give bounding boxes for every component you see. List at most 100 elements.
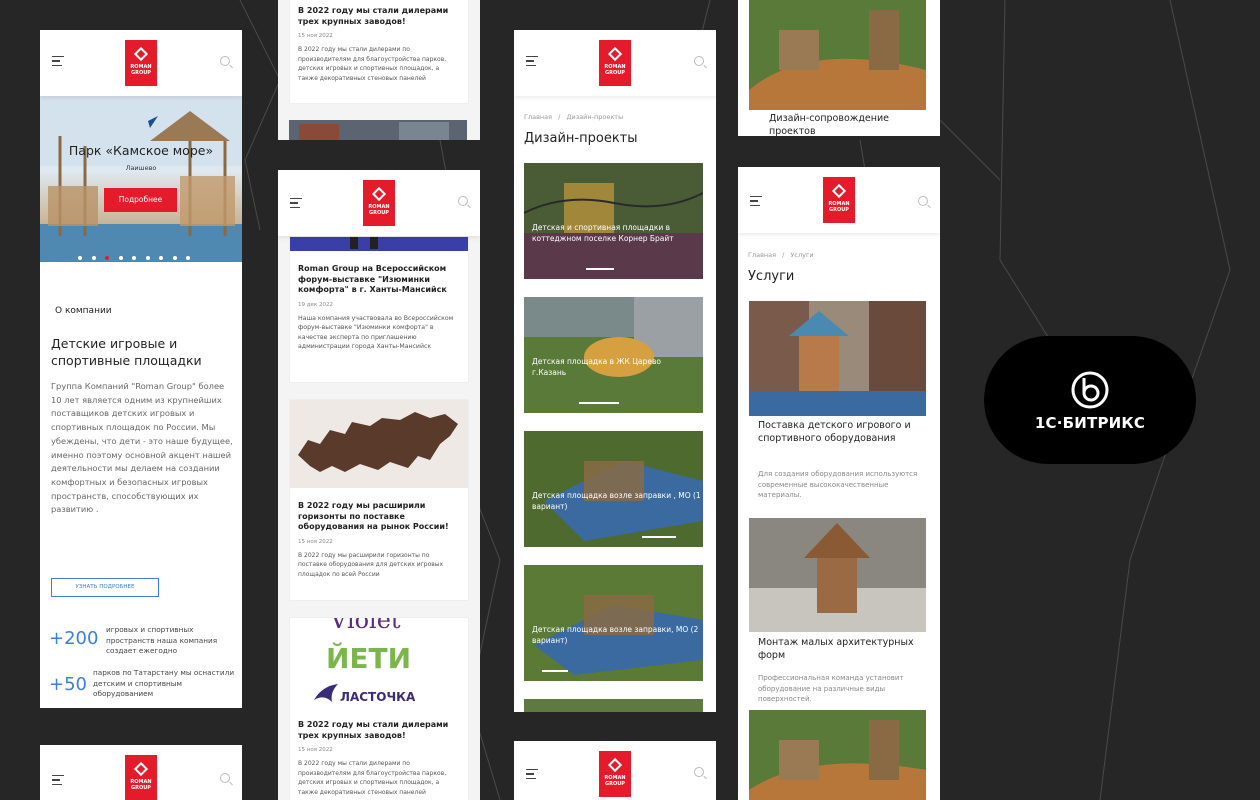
search-icon[interactable] [220,773,230,783]
news-title: В 2022 году мы расширили горизонты по по… [298,501,449,531]
news-title: В 2022 году мы стали дилерами трех крупн… [298,6,449,26]
service-image [749,0,926,110]
service-title: Дизайн-сопровождение проектов [769,113,889,136]
roman-group-logo[interactable]: ROMAN GROUP [363,180,395,226]
service-image [749,518,926,632]
slider-dot[interactable] [172,256,177,260]
breadcrumb-home[interactable]: Главная [524,113,552,121]
header: ROMAN GROUP [514,741,716,800]
news-card[interactable]: В 2022 году мы стали дилерами трех крупн… [289,0,469,104]
swallow-icon [314,684,338,702]
breadcrumb-home[interactable]: Главная [748,251,776,259]
breadcrumb: Главная / Услуги [738,251,940,259]
page-title: Услуги [748,269,795,284]
screen-news: ROMAN GROUP Roman Group на Всероссийском… [278,170,480,800]
roman-group-logo[interactable]: ROMAN GROUP [125,40,157,86]
slider-dot[interactable] [132,256,136,260]
slider-dot[interactable] [159,256,163,260]
service-card[interactable] [749,518,926,632]
hero-slider[interactable]: Парк «Камское море» Лаишево Подробнее [40,96,242,262]
progress-bar [542,670,568,672]
brand-yeti: ЙЕТИ [326,642,412,675]
service-title: Монтаж малых архитектурных форм [758,637,914,661]
slider-dot[interactable] [186,256,190,260]
news-text: В 2022 году мы расширили горизонты по по… [298,551,444,578]
service-card[interactable] [749,301,926,416]
news-card[interactable]: Violet ЙЕТИ ЛАСТОЧКА В 2022 году мы стал… [289,617,469,800]
header: ROMAN GROUP [40,30,242,96]
progress-bar [579,402,619,404]
menu-icon[interactable] [52,56,64,66]
news-title: В 2022 году мы стали дилерами трех крупн… [298,720,449,740]
slider-dot[interactable] [105,256,109,260]
project-image [524,163,703,279]
service-text: Профессиональная команда установит обору… [758,674,904,703]
logo-mark-icon [831,183,847,199]
news-date: 15 ноя 2022 [298,538,333,545]
menu-icon[interactable] [290,198,302,208]
roman-group-logo[interactable]: ROMAN GROUP [125,755,157,800]
showcase-canvas: ROMAN GROUP Парк «Камское море» Лаишево … [0,0,1260,800]
screen-home: ROMAN GROUP Парк «Камское море» Лаишево … [40,30,242,708]
breadcrumb-current: Услуги [790,251,814,259]
news-image [289,120,467,140]
logo-text: ROMAN GROUP [368,204,390,216]
news-text: Наша компания участвовала во Всероссийск… [298,314,454,351]
project-card[interactable] [524,699,703,712]
search-icon[interactable] [694,56,704,66]
roman-group-logo[interactable]: ROMAN GROUP [599,751,631,797]
service-card[interactable] [749,710,926,800]
stat-value: +50 [49,674,87,695]
service-card[interactable] [749,0,926,110]
screen-home-preview: ROMAN GROUP [40,745,242,800]
menu-icon[interactable] [526,769,538,779]
slider-dot[interactable] [145,256,150,260]
about-more-button[interactable]: УЗНАТЬ ПОДРОБНЕЕ [51,578,159,597]
header: ROMAN GROUP [40,745,242,800]
menu-icon[interactable] [526,56,538,66]
project-image [524,431,703,547]
slider-dot[interactable] [118,256,123,260]
hero-image [40,96,242,262]
bitrix-badge: 1С·БИТРИКС [984,336,1196,464]
project-card[interactable]: Детская площадка в ЖК Царево г.Казань [524,297,703,413]
project-card[interactable]: Детская площадка возле заправки , МО (1 … [524,431,703,547]
service-image [749,710,926,800]
project-card[interactable]: Детская и спортивная площадки в коттеджн… [524,163,703,279]
slider-dot[interactable] [91,256,96,260]
menu-icon[interactable] [52,775,64,785]
screen-news-top: В 2022 году мы стали дилерами трех крупн… [278,0,480,140]
logo-mark-icon [607,757,623,773]
about-section-label: О компании [55,306,112,316]
logo-text: ROMAN GROUP [604,64,626,76]
brand-lastochka: ЛАСТОЧКА [340,690,416,704]
hero-subtitle: Лаишево [125,164,157,172]
service-title: Поставка детского игрового и спортивного… [758,420,911,444]
slider-dot[interactable] [78,256,82,260]
hero-more-button[interactable]: Подробнее [104,188,177,212]
stat-text: игровых и спортивных пространств наша ко… [106,625,218,655]
logo-text: ROMAN GROUP [130,64,152,76]
stat-1: +200 игровых и спортивных пространств на… [49,625,239,655]
search-icon[interactable] [458,196,468,206]
search-icon[interactable] [220,56,230,66]
menu-icon[interactable] [750,196,762,206]
breadcrumb-current: Дизайн-проекты [566,113,624,121]
search-icon[interactable] [918,196,928,206]
screen-services: ROMAN GROUP Главная / Услуги Услуги Пост… [738,167,940,800]
news-date: 15 ноя 2022 [298,33,333,39]
russia-map-image [290,400,468,488]
screen-services-top: Дизайн-сопровождение проектов [738,0,940,136]
roman-group-logo[interactable]: ROMAN GROUP [823,177,855,223]
page-title: Дизайн-проекты [524,131,638,146]
search-icon[interactable] [694,767,704,777]
roman-group-logo[interactable]: ROMAN GROUP [599,40,631,86]
logo-text: ROMAN GROUP [130,779,152,791]
progress-bar [642,536,676,538]
news-card[interactable]: В 2022 году мы расширили горизонты по по… [289,399,469,601]
news-card[interactable]: Roman Group на Всероссийском форум-выста… [289,236,469,383]
brand-violet: Violet [330,618,401,634]
news-text: В 2022 году мы стали дилерами по произво… [298,46,447,82]
logo-text: ROMAN GROUP [604,775,626,787]
project-card[interactable]: Детская площадка возле заправки, МО (2 в… [524,565,703,681]
